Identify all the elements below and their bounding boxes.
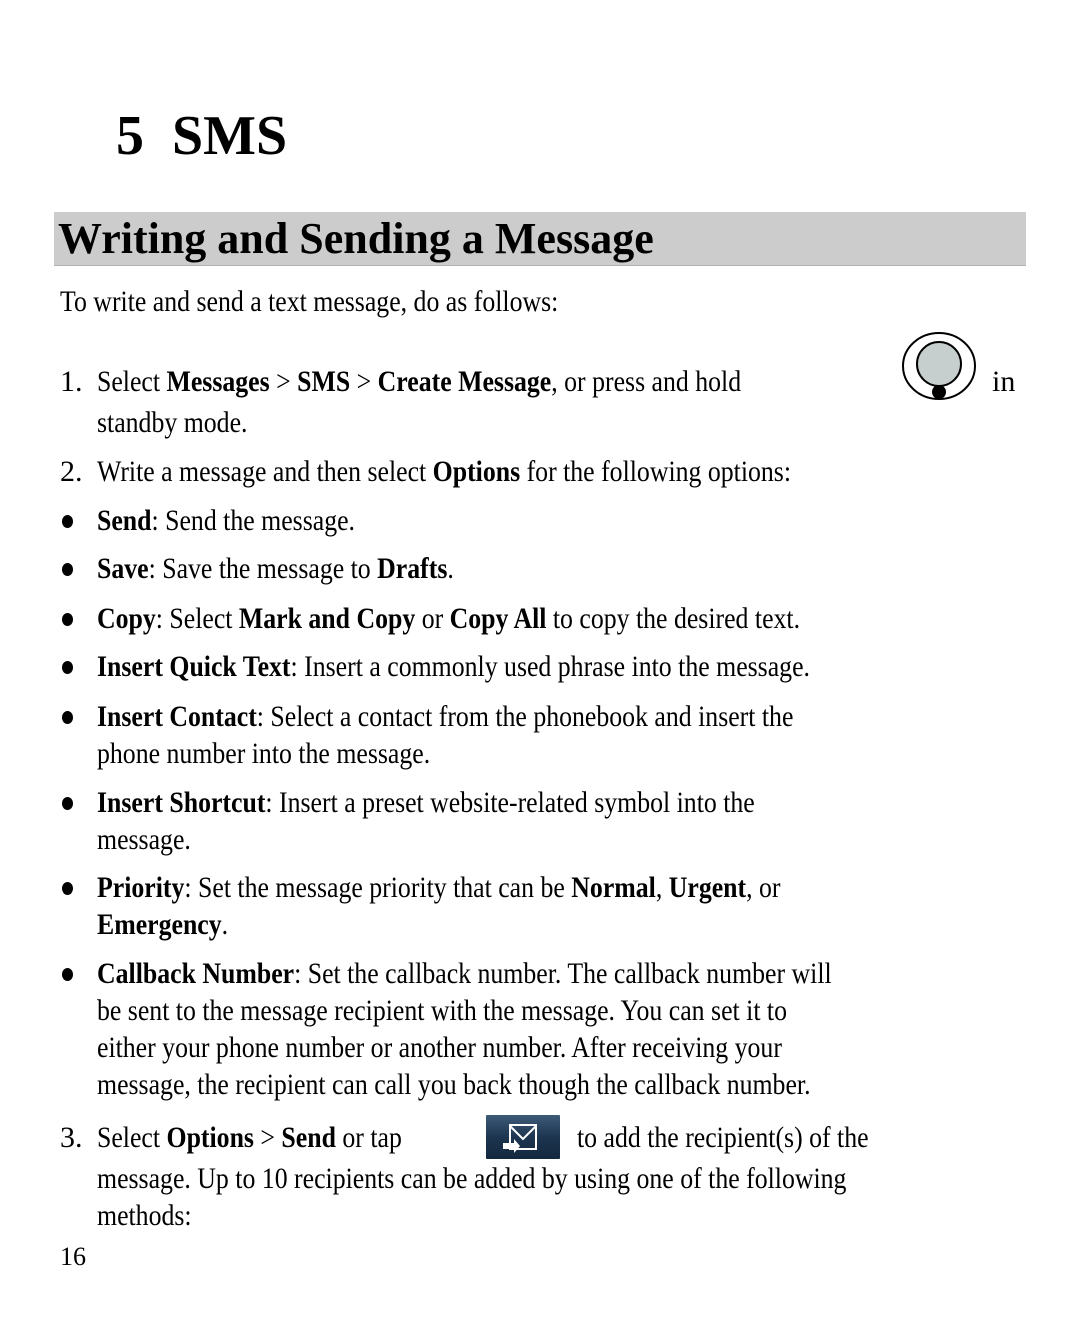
bullet-icon bbox=[62, 563, 73, 576]
option-insert-shortcut-cont: message. bbox=[97, 823, 191, 856]
chapter-number: 5 bbox=[116, 105, 144, 167]
chapter-title: 5 SMS bbox=[116, 108, 287, 164]
step-3-text: Select Options > Send or tap bbox=[97, 1121, 402, 1154]
bullet-icon bbox=[62, 515, 73, 528]
page-number: 16 bbox=[60, 1242, 86, 1271]
step-1-number: 1. bbox=[60, 365, 83, 398]
option-callback-number-cont-3: message, the recipient can call you back… bbox=[97, 1068, 811, 1101]
step-1-text-tail: in bbox=[992, 365, 1016, 398]
send-message-icon bbox=[486, 1115, 560, 1159]
step-1-text-cont: standby mode. bbox=[97, 406, 248, 439]
intro-text: To write and send a text message, do as … bbox=[60, 285, 559, 318]
option-callback-number-cont-2: either your phone number or another numb… bbox=[97, 1031, 782, 1064]
option-save: Save: Save the message to Drafts. bbox=[97, 552, 454, 585]
navigation-key-icon bbox=[902, 332, 976, 400]
bullet-icon bbox=[62, 797, 73, 810]
option-callback-number: Callback Number: Set the callback number… bbox=[97, 957, 832, 990]
step-1-text: Select Messages > SMS > Create Message, … bbox=[97, 365, 742, 398]
option-insert-quick-text: Insert Quick Text: Insert a commonly use… bbox=[97, 650, 810, 683]
section-header: Writing and Sending a Message bbox=[54, 212, 1026, 266]
step-3-number: 3. bbox=[60, 1121, 83, 1154]
option-priority-cont: Emergency. bbox=[97, 908, 229, 941]
step-3-text-cont-1: message. Up to 10 recipients can be adde… bbox=[97, 1162, 847, 1195]
bullet-icon bbox=[62, 613, 73, 626]
option-callback-number-cont-1: be sent to the message recipient with th… bbox=[97, 994, 788, 1027]
option-insert-contact: Insert Contact: Select a contact from th… bbox=[97, 700, 794, 733]
option-priority: Priority: Set the message priority that … bbox=[97, 871, 781, 904]
option-copy: Copy: Select Mark and Copy or Copy All t… bbox=[97, 602, 801, 635]
chapter-name: SMS bbox=[172, 105, 288, 167]
bullet-icon bbox=[62, 661, 73, 674]
option-send: Send: Send the message. bbox=[97, 504, 355, 537]
step-3-text-cont-2: methods: bbox=[97, 1199, 192, 1232]
section-title: Writing and Sending a Message bbox=[58, 214, 654, 263]
option-insert-contact-cont: phone number into the message. bbox=[97, 737, 431, 770]
bullet-icon bbox=[62, 882, 73, 895]
bullet-icon bbox=[62, 711, 73, 724]
step-2-text: Write a message and then select Options … bbox=[97, 455, 792, 488]
bullet-icon bbox=[62, 968, 73, 981]
step-3-text-tail: to add the recipient(s) of the bbox=[577, 1121, 869, 1154]
step-2-number: 2. bbox=[60, 455, 83, 488]
option-insert-shortcut: Insert Shortcut: Insert a preset website… bbox=[97, 786, 755, 819]
